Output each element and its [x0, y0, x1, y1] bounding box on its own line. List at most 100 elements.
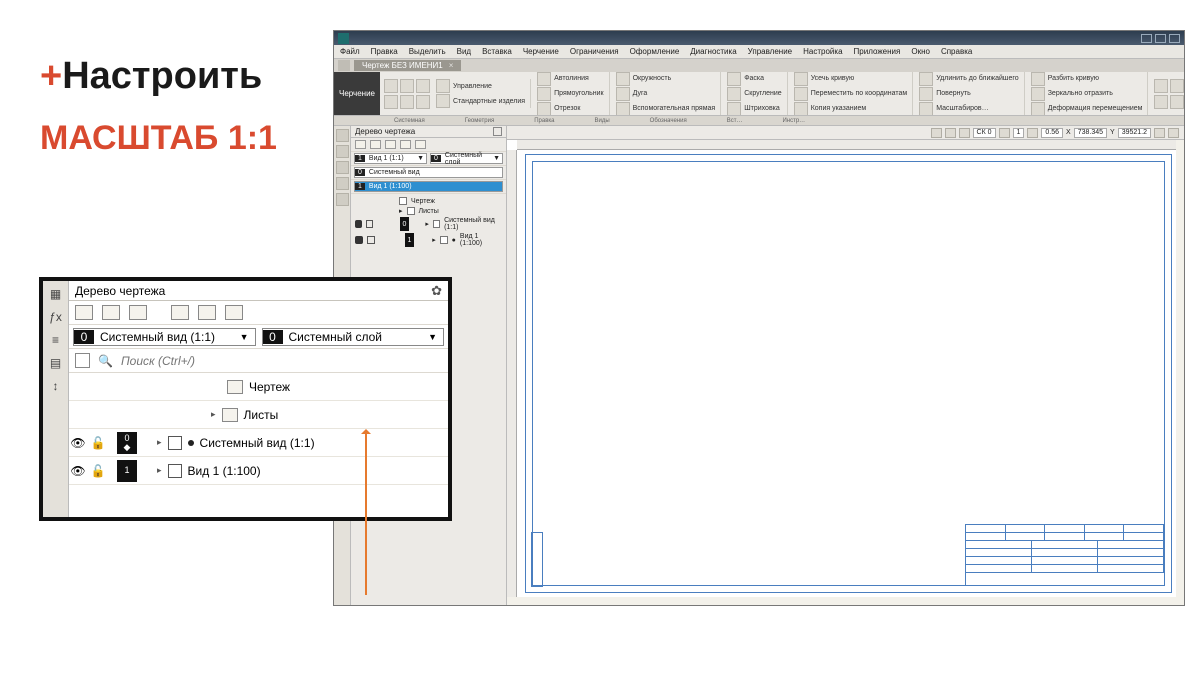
ruler-vertical — [507, 150, 517, 597]
titlebar — [334, 31, 1184, 45]
layer-dropdown[interactable]: 0Системный слой▼ — [262, 328, 445, 346]
tree-sheets[interactable]: ▸ Листы — [353, 206, 504, 216]
ribbon-tab-drawing[interactable]: Черчение — [334, 72, 380, 115]
toolbar-icon[interactable] — [931, 128, 942, 138]
sidebar-icon[interactable]: ≡ — [47, 331, 65, 349]
sidebar-icon[interactable]: ▤ — [47, 354, 65, 372]
tree-mode-icon[interactable] — [198, 305, 216, 320]
menubar[interactable]: Файл Правка Выделить Вид Вставка Черчение Огра… — [334, 45, 1184, 59]
gear-icon[interactable]: ✿ — [431, 283, 442, 299]
value-field[interactable]: 1 — [1013, 128, 1025, 138]
tool-icon[interactable] — [336, 177, 349, 190]
menu-item[interactable]: Диагностика — [690, 47, 736, 56]
menu-item[interactable]: Вид — [457, 47, 471, 56]
tree-view-icon[interactable] — [370, 140, 381, 149]
eye-icon[interactable]: 👁 — [70, 436, 85, 450]
lock-icon[interactable]: 🔓 — [91, 436, 106, 450]
tree-root[interactable]: Чертеж — [353, 196, 504, 206]
toolbar-icon[interactable] — [999, 128, 1010, 138]
ruler-horizontal — [517, 140, 1176, 150]
menu-item[interactable]: Приложения — [854, 47, 901, 56]
tree-sheets-row[interactable]: ▸Листы — [69, 401, 448, 429]
tree-view-icon[interactable] — [415, 140, 426, 149]
plus-icon: + — [40, 55, 62, 97]
canvas-area: СК 0 1 0.56 X738.345 Y39521.2 — [507, 126, 1184, 605]
tree-mode-icon[interactable] — [225, 305, 243, 320]
toolbar-icon[interactable] — [1027, 128, 1038, 138]
document-tab[interactable]: Чертеж БЕЗ ИМЕНИ1 × — [354, 60, 461, 71]
lock-icon[interactable]: 🔓 — [91, 464, 106, 478]
toolbar-icon[interactable] — [1154, 128, 1165, 138]
title-block — [965, 524, 1165, 586]
window-max-button[interactable] — [1155, 34, 1166, 43]
tool-icon[interactable] — [336, 161, 349, 174]
filter-icon[interactable] — [75, 353, 90, 368]
zoom-field[interactable]: 0.56 — [1041, 128, 1063, 138]
toolbar-icon[interactable] — [1168, 128, 1179, 138]
menu-item[interactable]: Настройка — [803, 47, 842, 56]
tree-mode-icon[interactable] — [129, 305, 147, 320]
menu-item[interactable]: Вставка — [482, 47, 512, 56]
y-coord: 39521.2 — [1118, 128, 1151, 138]
app-logo-icon — [338, 33, 349, 44]
menu-item[interactable]: Ограничения — [570, 47, 619, 56]
sheet-frame — [525, 154, 1172, 593]
window-close-button[interactable] — [1169, 34, 1180, 43]
x-coord: 738.345 — [1074, 128, 1107, 138]
toolbar-icon[interactable] — [959, 128, 970, 138]
tree-search-row: 🔍 — [69, 349, 448, 373]
tree-root-row[interactable]: Чертеж — [69, 373, 448, 401]
tool-icon[interactable] — [336, 129, 349, 142]
ribbon: Черчение УправлениеСтандартные изделия А… — [334, 72, 1184, 116]
menu-item[interactable]: Черчение — [523, 47, 559, 56]
toolbar-icon[interactable] — [945, 128, 956, 138]
drawing-canvas[interactable] — [507, 140, 1176, 597]
sheets-icon — [222, 408, 238, 422]
coord-system-field[interactable]: СК 0 — [973, 128, 996, 138]
tool-icon[interactable] — [336, 145, 349, 158]
annotation-arrow — [365, 430, 367, 595]
menu-item[interactable]: Окно — [911, 47, 930, 56]
menu-item[interactable]: Файл — [340, 47, 360, 56]
annotation-text: +Настроить МАСШТАБ 1:1 — [40, 56, 277, 160]
tree-view-icon[interactable] — [385, 140, 396, 149]
window-min-button[interactable] — [1141, 34, 1152, 43]
home-tab-icon[interactable] — [338, 60, 350, 71]
tree-view-row[interactable]: 👁🔓 0◆ ▸Системный вид (1:1) — [69, 429, 448, 457]
gear-icon[interactable] — [493, 127, 502, 136]
tab-bar: Чертеж БЕЗ ИМЕНИ1 × — [334, 59, 1184, 72]
fx-icon[interactable]: ƒx — [47, 308, 65, 326]
ribbon-quick-icons[interactable] — [384, 79, 430, 109]
tree-mode-icon[interactable] — [171, 305, 189, 320]
menu-item[interactable]: Управление — [748, 47, 792, 56]
tree-title: Дерево чертежа — [355, 127, 415, 136]
ribbon-mid-icons[interactable] — [1154, 79, 1184, 109]
tree-view-row[interactable]: 0▸ Системный вид (1:1) — [353, 216, 504, 232]
tree-view-icon[interactable] — [355, 140, 366, 149]
layer-dropdown[interactable]: 0Системный слой▼ — [430, 153, 503, 164]
tree-mode-icon[interactable] — [75, 305, 93, 320]
search-input[interactable] — [121, 354, 442, 368]
tree-view-row[interactable]: 1▸ ● Вид 1 (1:100) — [353, 232, 504, 248]
dropdown-item-selected[interactable]: 1Вид 1 (1:100) — [354, 181, 503, 192]
sidebar-icon[interactable]: ↕ — [47, 377, 65, 395]
view-dropdown[interactable]: 0Системный вид (1:1)▼ — [73, 328, 256, 346]
menu-item[interactable]: Справка — [941, 47, 972, 56]
canvas-toolbar: СК 0 1 0.56 X738.345 Y39521.2 — [507, 126, 1184, 140]
sidebar-icon[interactable]: ▦ — [47, 285, 65, 303]
tool-icon[interactable] — [336, 193, 349, 206]
tree-view-icon[interactable] — [400, 140, 411, 149]
ribbon-group-labels: СистемнаяГеометрияПравкаВидыОбозначенияВ… — [334, 116, 1184, 126]
menu-item[interactable]: Оформление — [630, 47, 680, 56]
tree-mode-icon[interactable] — [102, 305, 120, 320]
view-dropdown[interactable]: 1Вид 1 (1:1)▼ — [354, 153, 427, 164]
menu-item[interactable]: Правка — [371, 47, 398, 56]
dropdown-item[interactable]: 0Системный вид — [354, 167, 503, 178]
eye-icon[interactable]: 👁 — [70, 464, 85, 478]
tab-close-icon[interactable]: × — [449, 61, 454, 70]
tree-title: Дерево чертежа — [75, 284, 165, 298]
app-window: Файл Правка Выделить Вид Вставка Черчение Огра… — [333, 30, 1185, 606]
menu-item[interactable]: Выделить — [409, 47, 446, 56]
tree-view-row[interactable]: 👁🔓 1 ▸Вид 1 (1:100) — [69, 457, 448, 485]
view-rect-icon — [168, 436, 182, 450]
